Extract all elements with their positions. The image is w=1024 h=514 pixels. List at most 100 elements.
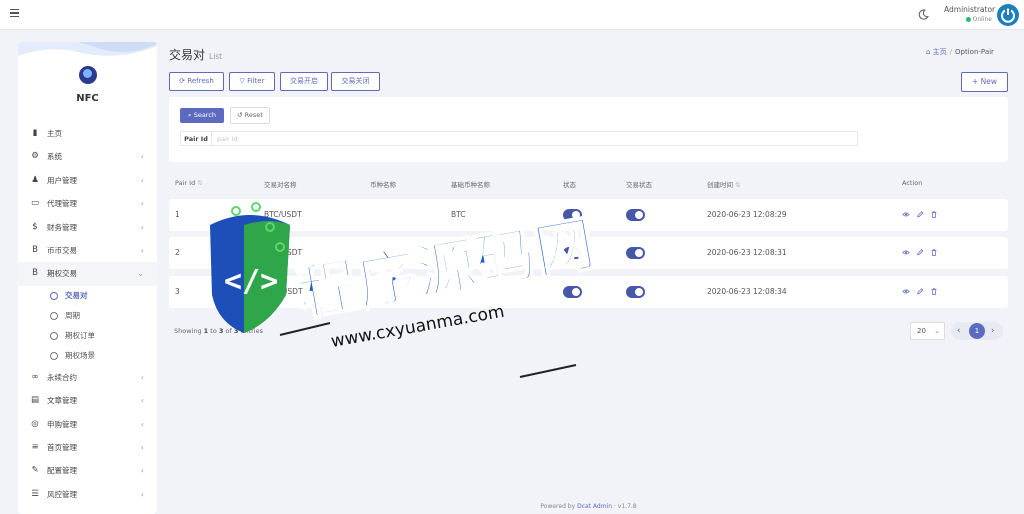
- cell-created-at: 2020-06-23 12:08:29: [707, 210, 787, 219]
- new-button[interactable]: + New: [961, 72, 1008, 92]
- dollar-icon: $: [32, 221, 38, 232]
- sidebar-item[interactable]: B 期权交易 ⌄: [18, 262, 157, 286]
- sidebar-item[interactable]: ✎ 配置管理 ‹: [18, 459, 157, 482]
- sidebar-item[interactable]: ∞ 永续合约 ‹: [18, 366, 157, 389]
- cell-pair-id: 2: [175, 248, 180, 257]
- sidebar-item[interactable]: ♟ 用户管理 ‹: [18, 169, 157, 192]
- page-title: 交易对 List: [169, 48, 223, 62]
- sidebar-item[interactable]: ≡ 首页管理 ‹: [18, 436, 157, 459]
- sidebar-item[interactable]: ▤ 文章管理 ‹: [18, 389, 157, 412]
- circle-icon: [50, 351, 58, 360]
- status-toggle[interactable]: [563, 247, 582, 259]
- sidebar-item[interactable]: ▮ 主页: [18, 122, 157, 145]
- cell-pair-id: 3: [175, 287, 180, 296]
- status-toggle[interactable]: [563, 209, 582, 221]
- close-trade-button[interactable]: 交易关闭: [331, 72, 380, 91]
- open-trade-button[interactable]: 交易开启: [280, 72, 328, 91]
- circle-icon: [50, 331, 58, 340]
- sidebar-item-label: 永续合约: [47, 372, 77, 382]
- table-row: 1 BTC/USDT BTC 2020-06-23 12:08:29: [169, 199, 1008, 231]
- view-eye-icon[interactable]: [902, 248, 910, 257]
- chevron-left-icon: ‹: [140, 442, 144, 452]
- breadcrumb-current: Option-Pair: [955, 48, 994, 56]
- column-header-pair-name: 交易对名称: [264, 181, 297, 189]
- chevron-left-icon: ‹: [140, 175, 144, 185]
- refresh-button[interactable]: ⟳ Refresh: [169, 72, 224, 91]
- dark-mode-moon-icon[interactable]: [918, 9, 929, 20]
- row-actions: [902, 248, 942, 258]
- reset-button[interactable]: ↺ Reset: [230, 107, 270, 124]
- circle-icon: [50, 291, 58, 300]
- prev-page-icon[interactable]: ‹: [957, 322, 961, 340]
- chevron-left-icon: ‹: [140, 245, 144, 255]
- column-header-created-at[interactable]: 创建时间 ⇅: [707, 179, 741, 189]
- user-status: Online: [944, 16, 992, 23]
- pagination: ‹ 1 ›: [951, 322, 1003, 340]
- breadcrumb: ⌂ 主页 / Option-Pair: [926, 48, 994, 56]
- column-header-base-coin: 基础币种名称: [451, 181, 490, 189]
- trade-status-toggle[interactable]: [626, 209, 645, 221]
- filter-button[interactable]: ▽ Filter: [229, 72, 275, 91]
- footer-brand-link[interactable]: Dcat Admin: [577, 503, 612, 510]
- column-header-pair-id[interactable]: Pair Id ⇅: [175, 179, 203, 187]
- indent-icon: ☰: [31, 488, 39, 499]
- users-icon: ♟: [31, 174, 39, 185]
- sidebar-item[interactable]: ☰ 风控管理 ‹: [18, 483, 157, 506]
- edit-pencil-icon[interactable]: [916, 287, 924, 296]
- column-header-status: 状态: [563, 181, 576, 189]
- sidebar-item[interactable]: ⚙ 系统 ‹: [18, 145, 157, 168]
- sidebar-logo[interactable]: NFC: [18, 42, 157, 116]
- sidebar-item-label: 期权交易: [47, 269, 77, 279]
- sidebar-menu: ▮ 主页 ⚙ 系统 ‹ ♟ 用户管理 ‹ ▭ 代理管理 ‹ $ 财务管理 ‹ B 币币交易 ‹ B 期权交易 ⌄ 交易对…: [18, 122, 157, 506]
- sidebar-subitem-label: 周期: [65, 310, 80, 320]
- cell-pair-id: 1: [175, 210, 180, 219]
- sidebar-item[interactable]: $ 财务管理 ‹: [18, 216, 157, 239]
- sidebar-item-label: 系统: [47, 152, 62, 162]
- delete-trash-icon[interactable]: [930, 287, 938, 296]
- delete-trash-icon[interactable]: [930, 248, 938, 257]
- search-button[interactable]: ⌕ Search: [180, 108, 224, 123]
- chevron-down-icon: ⌄: [934, 327, 940, 335]
- bitcoin-icon: B: [32, 244, 38, 255]
- trade-status-toggle[interactable]: [626, 247, 645, 259]
- edit-pencil-icon[interactable]: [916, 210, 924, 219]
- link-icon: ∞: [31, 371, 39, 382]
- sidebar-subitem-label: 期权订单: [65, 330, 95, 340]
- view-eye-icon[interactable]: [902, 287, 910, 296]
- view-eye-icon[interactable]: [902, 210, 910, 219]
- per-page-select[interactable]: 20 ⌄: [910, 322, 945, 340]
- watermark-url: www.cxyuanma.com: [329, 302, 505, 352]
- edit-pencil-icon[interactable]: [916, 248, 924, 257]
- cell-created-at: 2020-06-23 12:08:31: [707, 248, 787, 257]
- newspaper-icon: ▤: [30, 395, 40, 406]
- table-row: 3 EOS/USDT 2020-06-23 12:08:34: [169, 276, 1008, 308]
- breadcrumb-home[interactable]: ⌂ 主页: [926, 48, 947, 56]
- pair-id-input[interactable]: [211, 131, 858, 146]
- chevron-left-icon: ‹: [140, 419, 144, 429]
- wrench-icon: ✎: [31, 465, 39, 476]
- sidebar-subitem-label: 交易对: [65, 290, 88, 300]
- sidebar-item-label: 代理管理: [47, 199, 77, 209]
- trade-status-toggle[interactable]: [626, 286, 645, 298]
- cell-base-coin: BTC: [451, 210, 466, 219]
- sidebar-subitem[interactable]: 期权场景: [18, 346, 157, 366]
- page-button-current[interactable]: 1: [969, 323, 985, 339]
- sidebar-item[interactable]: ◎ 申购管理 ‹: [18, 413, 157, 436]
- avatar[interactable]: [997, 4, 1019, 26]
- sidebar-subitem[interactable]: 交易对: [18, 286, 157, 306]
- user-info[interactable]: Administrator Online: [944, 5, 995, 23]
- delete-trash-icon[interactable]: [930, 210, 938, 219]
- sidebar-item-label: 文章管理: [47, 396, 77, 406]
- chevron-left-icon: ‹: [140, 199, 144, 209]
- sidebar-item[interactable]: B 币币交易 ‹: [18, 239, 157, 262]
- top-navbar: Administrator Online: [0, 0, 1024, 30]
- hamburger-menu-icon[interactable]: [10, 9, 19, 18]
- status-toggle[interactable]: [563, 286, 582, 298]
- next-page-icon[interactable]: ›: [991, 322, 995, 340]
- sidebar-subitem[interactable]: 周期: [18, 306, 157, 326]
- sidebar-item[interactable]: ▭ 代理管理 ‹: [18, 192, 157, 215]
- cell-base-coin: ETH: [451, 248, 466, 257]
- cell-created-at: 2020-06-23 12:08:34: [707, 287, 787, 296]
- sidebar-item-label: 币币交易: [47, 245, 77, 255]
- sidebar-subitem[interactable]: 期权订单: [18, 326, 157, 346]
